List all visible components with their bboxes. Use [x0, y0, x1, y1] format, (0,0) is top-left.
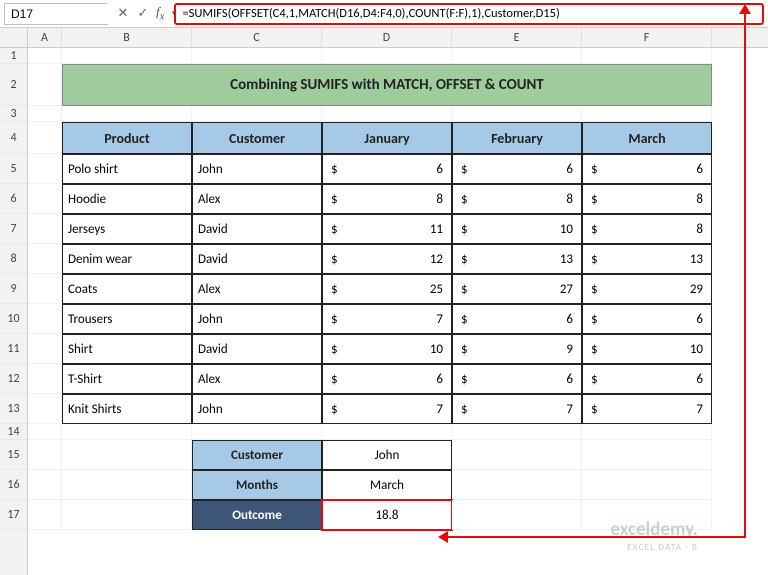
row-head-16[interactable]: 16: [0, 470, 27, 500]
table-cell-jan[interactable]: $25: [322, 274, 452, 304]
table-cell-customer[interactable]: David: [192, 214, 322, 244]
formula-bar-buttons: ✕ ✓ fx: [110, 4, 172, 23]
table-cell-mar[interactable]: $6: [582, 304, 712, 334]
row-head-17[interactable]: 17: [0, 500, 27, 530]
lookup-value-months[interactable]: March: [322, 470, 452, 500]
table-cell-product[interactable]: Coats: [62, 274, 192, 304]
table-cell-feb[interactable]: $10: [452, 214, 582, 244]
table-cell-mar[interactable]: $13: [582, 244, 712, 274]
formula-bar[interactable]: =SUMIFS(OFFSET(C4,1,MATCH(D16,D4:F4,0),C…: [174, 3, 764, 25]
row-head-2[interactable]: 2: [0, 64, 27, 106]
table-cell-mar[interactable]: $8: [582, 184, 712, 214]
cancel-formula-icon[interactable]: ✕: [114, 5, 132, 23]
table-cell-mar[interactable]: $8: [582, 214, 712, 244]
row-head-1[interactable]: 1: [0, 48, 27, 64]
table-header: January: [322, 122, 452, 154]
lookup-label-outcome: Outcome: [192, 500, 322, 530]
table-cell-product[interactable]: Denim wear: [62, 244, 192, 274]
col-head-d[interactable]: D: [322, 28, 452, 47]
table-cell-product[interactable]: T-Shirt: [62, 364, 192, 394]
table-header: Customer: [192, 122, 322, 154]
row-head-9[interactable]: 9: [0, 274, 27, 304]
table-cell-feb[interactable]: $8: [452, 184, 582, 214]
row-head-6[interactable]: 6: [0, 184, 27, 214]
row-head-10[interactable]: 10: [0, 304, 27, 334]
cell-grid[interactable]: exceldemy. EXCEL DATA · B Combining SUMI…: [28, 48, 768, 575]
lookup-value-customer[interactable]: John: [322, 440, 452, 470]
table-cell-customer[interactable]: David: [192, 334, 322, 364]
row-head-13[interactable]: 13: [0, 394, 27, 424]
table-cell-feb[interactable]: $6: [452, 364, 582, 394]
row-head-5[interactable]: 5: [0, 154, 27, 184]
row-head-4[interactable]: 4: [0, 122, 27, 154]
table-header: March: [582, 122, 712, 154]
select-all-corner[interactable]: [0, 28, 28, 47]
table-header: February: [452, 122, 582, 154]
table-cell-customer[interactable]: John: [192, 154, 322, 184]
col-head-e[interactable]: E: [452, 28, 582, 47]
watermark-tag: EXCEL DATA · B: [627, 541, 698, 553]
lookup-label-months: Months: [192, 470, 322, 500]
table-cell-customer[interactable]: John: [192, 394, 322, 424]
table-cell-mar[interactable]: $10: [582, 334, 712, 364]
table-cell-feb[interactable]: $6: [452, 304, 582, 334]
table-cell-product[interactable]: Knit Shirts: [62, 394, 192, 424]
table-cell-customer[interactable]: Alex: [192, 364, 322, 394]
table-cell-customer[interactable]: Alex: [192, 184, 322, 214]
col-head-a[interactable]: A: [28, 28, 62, 47]
table-cell-jan[interactable]: $7: [322, 304, 452, 334]
table-cell-jan[interactable]: $6: [322, 154, 452, 184]
table-cell-product[interactable]: Shirt: [62, 334, 192, 364]
fx-icon[interactable]: fx: [154, 4, 168, 23]
lookup-value-outcome[interactable]: 18.8: [322, 500, 452, 530]
table-cell-feb[interactable]: $6: [452, 154, 582, 184]
table-cell-jan[interactable]: $6: [322, 364, 452, 394]
table-cell-jan[interactable]: $8: [322, 184, 452, 214]
table-cell-product[interactable]: Hoodie: [62, 184, 192, 214]
accept-formula-icon[interactable]: ✓: [134, 5, 152, 23]
page-title: Combining SUMIFS with MATCH, OFFSET & CO…: [62, 64, 712, 106]
table-header: Product: [62, 122, 192, 154]
table-cell-product[interactable]: Jerseys: [62, 214, 192, 244]
lookup-label-customer: Customer: [192, 440, 322, 470]
row-headers: 1234567891011121314151617: [0, 48, 28, 575]
table-cell-customer[interactable]: Alex: [192, 274, 322, 304]
table-cell-mar[interactable]: $6: [582, 154, 712, 184]
table-cell-jan[interactable]: $12: [322, 244, 452, 274]
table-cell-product[interactable]: Polo shirt: [62, 154, 192, 184]
table-cell-jan[interactable]: $7: [322, 394, 452, 424]
table-cell-feb[interactable]: $13: [452, 244, 582, 274]
name-box-container[interactable]: ▾: [4, 3, 108, 25]
col-head-c[interactable]: C: [192, 28, 322, 47]
column-headers: A B C D E F: [0, 28, 768, 48]
table-cell-mar[interactable]: $7: [582, 394, 712, 424]
table-cell-feb[interactable]: $27: [452, 274, 582, 304]
table-cell-mar[interactable]: $29: [582, 274, 712, 304]
table-cell-product[interactable]: Trousers: [62, 304, 192, 334]
col-head-b[interactable]: B: [62, 28, 192, 47]
row-head-15[interactable]: 15: [0, 440, 27, 470]
row-head-3[interactable]: 3: [0, 106, 27, 122]
table-cell-mar[interactable]: $6: [582, 364, 712, 394]
table-cell-jan[interactable]: $10: [322, 334, 452, 364]
row-head-7[interactable]: 7: [0, 214, 27, 244]
row-head-11[interactable]: 11: [0, 334, 27, 364]
table-cell-customer[interactable]: David: [192, 244, 322, 274]
table-cell-customer[interactable]: John: [192, 304, 322, 334]
table-cell-feb[interactable]: $9: [452, 334, 582, 364]
row-head-12[interactable]: 12: [0, 364, 27, 394]
row-head-14[interactable]: 14: [0, 424, 27, 440]
row-head-8[interactable]: 8: [0, 244, 27, 274]
col-head-f[interactable]: F: [582, 28, 712, 47]
table-cell-jan[interactable]: $11: [322, 214, 452, 244]
formula-text: =SUMIFS(OFFSET(C4,1,MATCH(D16,D4:F4,0),C…: [182, 6, 559, 21]
table-cell-feb[interactable]: $7: [452, 394, 582, 424]
